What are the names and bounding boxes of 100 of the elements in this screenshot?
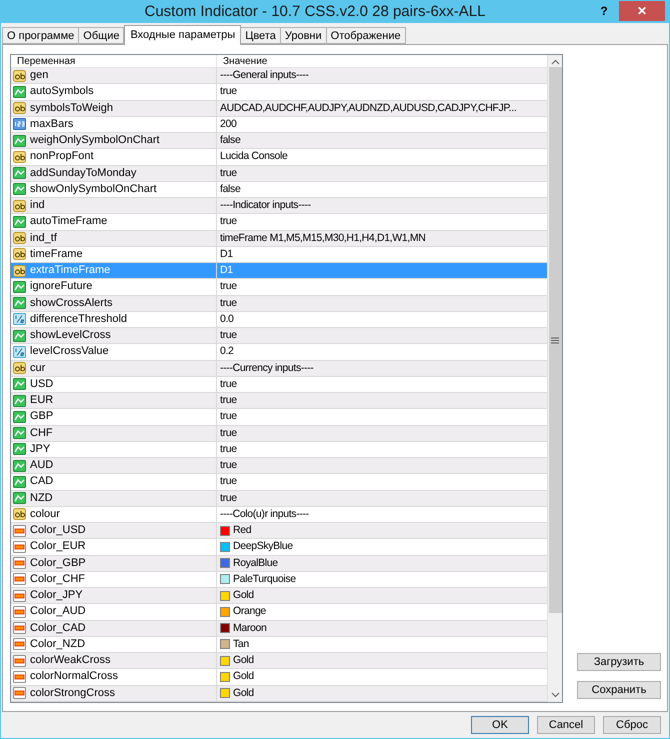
table-row[interactable]: Color_USD Red [11, 523, 547, 540]
variable-name: gen [30, 68, 48, 84]
variable-name: AUD [30, 458, 54, 474]
table-row[interactable]: EUR true [11, 393, 547, 410]
table-row[interactable]: Color_AUD Orange [11, 604, 547, 620]
text-type-icon [13, 264, 26, 277]
tab[interactable]: Входные параметры [124, 25, 242, 45]
variable-name: colorNormalCross [30, 669, 118, 684]
value-text: true [220, 426, 237, 441]
value-text: Gold [233, 686, 254, 701]
table-row[interactable]: differenceThreshold 0.0 [11, 312, 547, 328]
table-row[interactable]: Color_EUR DeepSkyBlue [11, 539, 547, 556]
table-row[interactable]: Color_CAD Maroon [11, 620, 547, 637]
value-text: ----General inputs---- [220, 68, 309, 84]
table-row[interactable]: symbolsToWeigh AUDCAD,AUDCHF,AUDJPY,AUDNZD,AUDUSD,CADJPY,CHFJP... [11, 100, 547, 117]
boolean-type-icon [13, 297, 26, 310]
table-row[interactable]: NZD true [11, 490, 547, 507]
palette-type-icon [13, 540, 26, 553]
variable-name: Color_CAD [30, 620, 86, 636]
boolean-type-icon [13, 216, 26, 228]
footer-button[interactable]: OK [471, 716, 529, 734]
table-row[interactable]: CAD true [11, 474, 547, 490]
table-row[interactable]: gen ----General inputs---- [11, 68, 547, 84]
table-row[interactable]: timeFrame D1 [11, 246, 547, 263]
table-row[interactable]: USD true [11, 376, 547, 393]
value-text: Gold [233, 588, 254, 604]
table-row[interactable]: colorStrongCross Gold [11, 686, 547, 702]
table-row[interactable]: showOnlySymbolOnChart false [11, 182, 547, 198]
table-row[interactable]: ind ----Indicator inputs---- [11, 198, 547, 214]
variable-name: differenceThreshold [30, 312, 128, 327]
value-text: 0.0 [220, 312, 234, 327]
value-text: Orange [233, 604, 266, 620]
table-row[interactable]: weighOnlySymbolOnChart false [11, 133, 547, 150]
variable-name: nonPropFont [30, 149, 94, 164]
table-row[interactable]: ind_tf timeFrame M1,M5,M15,M30,H1,H4,D1,W1,MN [11, 230, 547, 247]
table-row[interactable]: CHF true [11, 426, 547, 442]
boolean-type-icon [13, 330, 26, 342]
scroll-up-icon[interactable] [550, 59, 560, 65]
close-button[interactable]: ✕ [619, 1, 665, 21]
tab[interactable]: О программе [2, 27, 80, 44]
footer-button[interactable]: Сброс [603, 716, 661, 734]
table-row[interactable]: Color_NZD Tan [11, 636, 547, 653]
boolean-type-icon [13, 378, 26, 390]
tab[interactable]: Отображение [326, 27, 406, 44]
value-text: DeepSkyBlue [233, 539, 293, 554]
text-type-icon [13, 248, 26, 260]
tab[interactable]: Уровни [280, 27, 327, 44]
value-text: true [220, 393, 237, 408]
table-row[interactable]: autoTimeFrame true [11, 214, 547, 230]
variable-name: NZD [30, 490, 53, 506]
table-row[interactable]: colorNormalCross Gold [11, 669, 547, 686]
palette-type-icon [13, 590, 26, 602]
table-row[interactable]: autoSymbols true [11, 84, 547, 100]
variable-name: CAD [30, 474, 54, 490]
boolean-type-icon [13, 86, 26, 98]
boolean-type-icon [13, 460, 26, 472]
palette-type-icon [13, 622, 26, 634]
table-row[interactable]: colorWeakCross Gold [11, 653, 547, 670]
value-text: PaleTurquoise [233, 572, 296, 587]
table-row[interactable]: ignoreFuture true [11, 279, 547, 296]
column-header[interactable]: Переменная [11, 55, 217, 67]
table-row[interactable]: addSundayToMonday true [11, 166, 547, 182]
table-row[interactable]: showCrossAlerts true [11, 296, 547, 312]
variable-name: GBP [30, 409, 54, 424]
value-text: D1 [220, 263, 233, 278]
tab[interactable]: Цвета [240, 27, 281, 44]
value-text: RoyalBlue [233, 556, 278, 571]
table-row[interactable]: Color_GBP RoyalBlue [11, 556, 547, 572]
table-row[interactable]: GBP true [11, 409, 547, 426]
integer-type-icon [13, 118, 26, 130]
table-row[interactable]: levelCrossValue 0.2 [11, 344, 547, 360]
column-header[interactable]: Значение [217, 55, 547, 67]
value-text: Maroon [233, 620, 267, 636]
table-row[interactable]: cur ----Currency inputs---- [11, 360, 547, 377]
value-text: Red [233, 523, 252, 538]
table-row[interactable]: JPY true [11, 442, 547, 458]
variable-name: ind [30, 198, 45, 214]
table-row[interactable]: nonPropFont Lucida Console [11, 149, 547, 166]
value-text: true [220, 296, 237, 311]
variable-name: Color_AUD [30, 604, 86, 620]
table-row[interactable]: AUD true [11, 458, 547, 474]
variable-name: weighOnlySymbolOnChart [30, 133, 160, 148]
value-text: ----Currency inputs---- [220, 360, 314, 376]
boolean-type-icon [13, 476, 26, 488]
tab[interactable]: Общие [78, 27, 124, 44]
table-row[interactable]: colour ----Colo(u)r inputs---- [11, 506, 547, 523]
save-button[interactable]: Сохранить [577, 681, 661, 699]
value-text: true [220, 214, 237, 230]
footer-button[interactable]: Cancel [537, 716, 595, 734]
scroll-down-icon[interactable] [550, 692, 560, 698]
boolean-type-icon [13, 427, 26, 440]
boolean-type-icon [13, 410, 26, 423]
table-row[interactable]: showLevelCross true [11, 328, 547, 344]
table-row[interactable]: Color_JPY Gold [11, 588, 547, 604]
text-type-icon [13, 150, 26, 163]
table-row[interactable]: Color_CHF PaleTurquoise [11, 572, 547, 588]
value-text: 0.2 [220, 344, 234, 360]
load-button[interactable]: Загрузить [577, 653, 661, 671]
text-type-icon [13, 102, 26, 114]
table-row[interactable]: maxBars 200 [11, 116, 547, 133]
